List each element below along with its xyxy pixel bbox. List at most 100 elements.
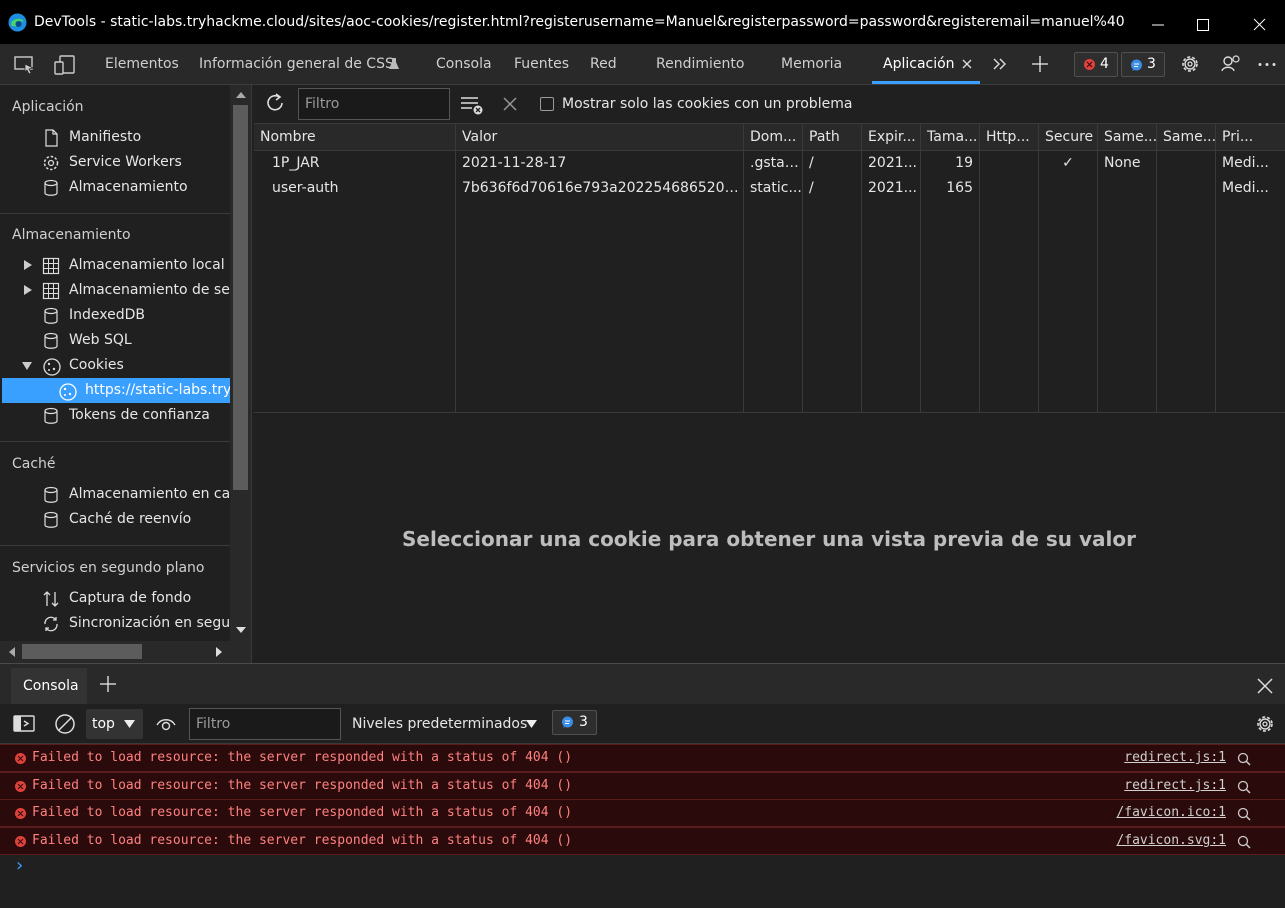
- console-settings-gear-icon[interactable]: [1254, 713, 1276, 735]
- search-icon[interactable]: [1237, 752, 1251, 766]
- cookies-filter-input[interactable]: [298, 88, 450, 120]
- console-filter-input[interactable]: [189, 708, 341, 740]
- sidebar-item-session-storage[interactable]: Almacenamiento de sesi: [42, 278, 230, 303]
- sidebar-item-back-forward-cache[interactable]: Caché de reenvío: [42, 507, 230, 532]
- clear-console-icon[interactable]: [54, 713, 76, 735]
- tab-network[interactable]: Red: [590, 44, 617, 84]
- scroll-down-arrow-icon[interactable]: [236, 627, 246, 633]
- sidebar-item-background-fetch[interactable]: Captura de fondo: [42, 586, 230, 611]
- sidebar-vertical-scrollbar[interactable]: [230, 85, 251, 663]
- source-link[interactable]: redirect.js:1: [1124, 773, 1226, 799]
- cookie-icon: [58, 382, 78, 402]
- only-issues-checkbox[interactable]: [540, 97, 554, 111]
- message-count-badge[interactable]: 3: [1121, 52, 1165, 77]
- column-header-httponly[interactable]: Http...: [980, 124, 1038, 151]
- sidebar-item-local-storage[interactable]: Almacenamiento local: [42, 253, 230, 278]
- expand-arrow-icon[interactable]: [23, 285, 33, 295]
- tab-application[interactable]: Aplicación: [883, 44, 955, 84]
- cookies-panel: Mostrar solo las cookies con un problema…: [251, 85, 1285, 663]
- scroll-right-arrow-icon[interactable]: [216, 647, 222, 657]
- drawer-tab-console[interactable]: Consola: [11, 668, 87, 705]
- column-header-sameparty[interactable]: Same...: [1157, 124, 1215, 151]
- cell-domain: static...: [750, 180, 802, 196]
- application-sidebar: Aplicación Manifiesto Service Workers Al…: [0, 85, 230, 663]
- sidebar-item-background-sync[interactable]: Sincronización en segun: [42, 611, 230, 636]
- column-header-samesite[interactable]: Same...: [1098, 124, 1156, 151]
- feedback-icon[interactable]: [1220, 53, 1242, 75]
- column-header-value[interactable]: Valor: [456, 124, 743, 151]
- show-sidebar-icon[interactable]: [13, 714, 35, 734]
- console-error-message[interactable]: Failed to load resource: the server resp…: [0, 827, 1285, 855]
- sidebar-item-web-sql[interactable]: Web SQL: [42, 328, 230, 353]
- column-header-secure[interactable]: Secure: [1039, 124, 1097, 151]
- gear-icon: [42, 154, 60, 172]
- source-link[interactable]: /favicon.ico:1: [1116, 800, 1226, 826]
- sidebar-item-manifest[interactable]: Manifiesto: [42, 125, 230, 150]
- sidebar-item-trust-tokens[interactable]: Tokens de confianza: [42, 403, 230, 428]
- inspect-element-icon[interactable]: [14, 55, 36, 75]
- add-tab-icon[interactable]: [1030, 54, 1050, 74]
- window-title: DevTools - static-labs.tryhackme.cloud/s…: [34, 14, 1124, 30]
- tab-memory[interactable]: Memoria: [781, 44, 842, 84]
- column-header-size[interactable]: Tama...: [921, 124, 979, 151]
- sidebar-horizontal-scrollbar[interactable]: [0, 641, 230, 663]
- cell-samesite: None: [1104, 155, 1141, 171]
- console-message-count-badge[interactable]: 3: [552, 710, 597, 735]
- column-header-priority[interactable]: Pri...: [1216, 124, 1274, 151]
- tab-css-overview[interactable]: Información general de CSS: [199, 44, 394, 84]
- tab-performance[interactable]: Rendimiento: [656, 44, 744, 84]
- column-header-name[interactable]: Nombre: [254, 124, 455, 151]
- tab-elements[interactable]: Elementos: [105, 44, 179, 84]
- console-error-message[interactable]: Failed to load resource: the server resp…: [0, 772, 1285, 800]
- search-icon[interactable]: [1237, 835, 1251, 849]
- tab-console[interactable]: Consola: [436, 44, 492, 84]
- source-link[interactable]: /favicon.svg:1: [1116, 828, 1226, 854]
- refresh-icon[interactable]: [264, 92, 286, 114]
- search-icon[interactable]: [1237, 780, 1251, 794]
- sidebar-item-cookies[interactable]: Cookies: [42, 353, 230, 378]
- close-window-button[interactable]: [1237, 0, 1283, 44]
- horizontal-scroll-thumb[interactable]: [22, 644, 142, 659]
- sidebar-item-storage[interactable]: Almacenamiento: [42, 175, 230, 200]
- delete-selected-icon[interactable]: [502, 96, 518, 112]
- device-emulation-icon[interactable]: [54, 55, 76, 75]
- column-header-expires[interactable]: Expir...: [862, 124, 920, 151]
- console-error-message[interactable]: Failed to load resource: the server resp…: [0, 799, 1285, 827]
- column-header-path[interactable]: Path: [803, 124, 861, 151]
- add-drawer-tab-icon[interactable]: [98, 674, 118, 694]
- execution-context-select[interactable]: top: [86, 709, 143, 739]
- collapse-arrow-icon[interactable]: [22, 361, 32, 371]
- more-options-icon[interactable]: [1257, 62, 1277, 67]
- search-icon[interactable]: [1237, 807, 1251, 821]
- source-link[interactable]: redirect.js:1: [1124, 745, 1226, 771]
- error-count-badge[interactable]: 4: [1074, 52, 1118, 77]
- scroll-left-arrow-icon[interactable]: [9, 647, 15, 657]
- devtools-main-toolbar: Elementos Información general de CSS Con…: [0, 44, 1285, 85]
- settings-gear-icon[interactable]: [1179, 53, 1201, 75]
- table-row[interactable]: 1P_JAR 2021-11-28-17 .gstat... / 2021...…: [254, 151, 1285, 176]
- error-icon: [15, 836, 26, 847]
- minimize-button[interactable]: [1135, 0, 1181, 44]
- live-expression-eye-icon[interactable]: [155, 715, 177, 733]
- scroll-up-arrow-icon[interactable]: [236, 92, 246, 98]
- more-tabs-icon[interactable]: [992, 56, 1008, 72]
- sidebar-item-service-workers[interactable]: Service Workers: [42, 150, 230, 175]
- log-levels-dropdown[interactable]: Niveles predeterminados: [352, 704, 527, 744]
- expand-arrow-icon[interactable]: [23, 260, 33, 270]
- tab-sources[interactable]: Fuentes: [514, 44, 569, 84]
- table-row[interactable]: user-auth 7b636f6d70616e793a202254686520…: [254, 176, 1285, 201]
- maximize-button[interactable]: [1180, 0, 1226, 44]
- console-prompt[interactable]: ›: [16, 854, 1276, 878]
- column-header-domain[interactable]: Dom...: [744, 124, 802, 151]
- sidebar-item-cache-storage[interactable]: Almacenamiento en cach: [42, 482, 230, 507]
- clear-all-cookies-icon[interactable]: [460, 95, 484, 115]
- database-icon: [42, 511, 60, 529]
- close-tab-icon[interactable]: [961, 58, 973, 70]
- divider: [0, 545, 230, 546]
- sidebar-item-indexeddb[interactable]: IndexedDB: [42, 303, 230, 328]
- close-drawer-icon[interactable]: [1256, 677, 1274, 695]
- sidebar-item-cookie-origin[interactable]: https://static-labs.tryh: [58, 378, 230, 403]
- vertical-scroll-thumb[interactable]: [233, 105, 248, 490]
- cell-value: 7b636f6d70616e793a202254686520426...: [462, 180, 743, 196]
- console-error-message[interactable]: Failed to load resource: the server resp…: [0, 744, 1285, 772]
